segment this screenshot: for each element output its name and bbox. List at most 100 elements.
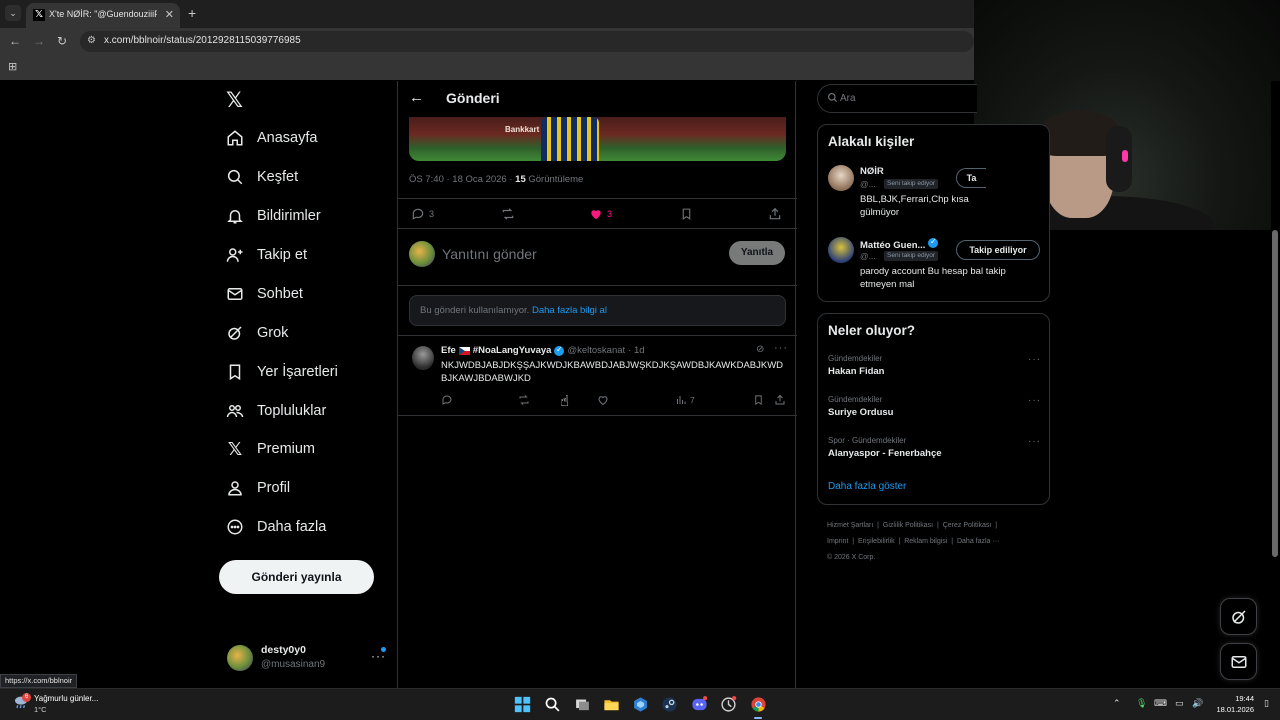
notifications-icon[interactable]: ▯: [1264, 698, 1269, 709]
trend-item[interactable]: Spor · Gündemdekiler Alanyaspor - Fenerb…: [828, 436, 1043, 459]
nav-item-explore[interactable]: Keşfet: [225, 162, 298, 192]
repost-action[interactable]: [501, 207, 519, 221]
more-icon[interactable]: ···: [774, 342, 788, 354]
nav-item-more[interactable]: Daha fazla: [225, 512, 326, 542]
post-button[interactable]: Gönderi yayınla: [219, 560, 374, 594]
bookmark-action[interactable]: [753, 394, 767, 406]
person-name[interactable]: NØİR: [860, 166, 884, 177]
bookmark-action[interactable]: [680, 207, 697, 221]
nav-item-notifications[interactable]: Bildirimler: [225, 201, 321, 231]
following-button[interactable]: Takip ediliyor: [956, 240, 1040, 260]
nav-item-premium[interactable]: 𝕏 Premium: [225, 434, 315, 464]
messages-float-button[interactable]: [1220, 643, 1257, 680]
views-action[interactable]: 7: [675, 394, 695, 406]
footer-link[interactable]: Erişilebilirlik: [858, 538, 895, 545]
footer-link[interactable]: Imprint: [827, 538, 848, 545]
network-icon[interactable]: ▭: [1175, 698, 1184, 709]
discord-icon[interactable]: [691, 696, 708, 713]
scrollbar-thumb[interactable]: [1272, 230, 1278, 557]
repost-action[interactable]: [518, 394, 533, 406]
footer-link[interactable]: Reklam bilgisi: [904, 538, 947, 545]
app-icon[interactable]: [632, 696, 649, 713]
show-more-link[interactable]: Daha fazla göster: [828, 481, 906, 492]
new-tab-button[interactable]: +: [188, 5, 196, 21]
browser-tab[interactable]: 𝕏 X'te NØİR: "@GuendouziiiFB Eli ✕: [26, 3, 180, 28]
reply-button[interactable]: Yanıtla: [729, 241, 785, 265]
views-count: 15: [515, 174, 526, 185]
steam-icon[interactable]: [661, 696, 678, 713]
tab-search-button[interactable]: ⌄: [5, 5, 21, 21]
grok-float-button[interactable]: [1220, 598, 1257, 635]
file-explorer-icon[interactable]: [603, 696, 620, 713]
nav-item-bookmarks[interactable]: Yer İşaretleri: [225, 357, 338, 387]
reply-input[interactable]: Yanıtını gönder: [442, 246, 537, 262]
microphone-icon[interactable]: 🎙: [1136, 698, 1147, 709]
page-title: Gönderi: [446, 90, 500, 106]
account-switcher[interactable]: desty0y0 @musasinan9 ···: [227, 643, 387, 677]
clock[interactable]: 19:44 18.01.2026: [1210, 693, 1254, 715]
bookmark-icon: [755, 395, 762, 405]
person-handle: @...: [860, 179, 876, 189]
avatar[interactable]: [828, 165, 854, 191]
unavailable-text: Bu gönderi kullanılamıyor. Daha fazla bi…: [420, 305, 607, 316]
nav-item-grok[interactable]: Grok: [225, 318, 288, 348]
search-icon[interactable]: [544, 696, 561, 713]
nav-item-home[interactable]: Anasayfa: [225, 123, 317, 153]
post-photo[interactable]: Bankkart: [409, 117, 786, 161]
tweet-time[interactable]: · 1d: [628, 345, 644, 356]
tweet-author-handle: @keltoskanat: [567, 345, 626, 356]
reply-tweet[interactable]: Efe #NoaLangYuvaya @keltoskanat · 1d ⊘ ·…: [398, 336, 797, 416]
site-info-icon[interactable]: ⚙: [87, 35, 96, 46]
footer-link[interactable]: Gizlilik Politikası: [883, 522, 933, 529]
person-name[interactable]: Mattéo Guen...: [860, 237, 941, 251]
tweet-author-name[interactable]: Efe: [441, 345, 456, 356]
task-view-icon[interactable]: [574, 696, 591, 713]
trend-name: Alanyaspor - Fenerbahçe: [828, 448, 942, 459]
windows-start-icon[interactable]: [514, 696, 531, 713]
person-row[interactable]: Mattéo Guen... @... Seni takip ediyor Ta…: [828, 237, 1043, 297]
learn-more-link[interactable]: Daha fazla bilgi al: [532, 305, 607, 316]
grok-icon[interactable]: ⊘: [756, 344, 764, 355]
close-tab-icon[interactable]: ✕: [165, 8, 174, 21]
back-arrow-icon[interactable]: ←: [409, 89, 424, 106]
footer-link[interactable]: Çerez Politikası: [943, 522, 992, 529]
nav-item-communities[interactable]: Topluluklar: [225, 396, 326, 426]
avatar[interactable]: [412, 346, 434, 370]
like-action[interactable]: 3: [589, 207, 612, 221]
more-icon[interactable]: ···: [1028, 354, 1041, 365]
follow-button[interactable]: Ta: [956, 168, 986, 188]
apps-grid-icon[interactable]: ⊞: [8, 60, 17, 73]
reload-icon[interactable]: ↻: [57, 34, 67, 48]
app-icon[interactable]: [720, 696, 737, 713]
trend-item[interactable]: Gündemdekiler Suriye Ordusu ···: [828, 395, 1043, 418]
nav-item-chat[interactable]: Sohbet: [225, 279, 303, 309]
search-input[interactable]: Ara: [817, 84, 977, 113]
avatar[interactable]: [828, 237, 854, 263]
address-bar[interactable]: ⚙ x.com/bblnoir/status/20129281150397769…: [80, 31, 974, 52]
more-icon[interactable]: ···: [1028, 436, 1041, 447]
footer-link[interactable]: Hizmet Şartları: [827, 522, 873, 529]
reply-action[interactable]: [441, 394, 456, 406]
chevron-up-icon[interactable]: ⌃: [1113, 698, 1121, 709]
chrome-icon[interactable]: [750, 696, 767, 713]
keyboard-icon[interactable]: ⌨: [1154, 698, 1167, 709]
reply-count: 3: [429, 209, 435, 219]
x-logo-icon[interactable]: 𝕏: [226, 88, 243, 113]
like-action[interactable]: [597, 394, 612, 406]
person-row[interactable]: NØİR @... Seni takip ediyor Ta BBL,BJK,F…: [828, 165, 1043, 225]
tweet-author-tag: #NoaLangYuvaya: [472, 345, 552, 356]
share-action[interactable]: [768, 207, 786, 221]
share-action[interactable]: [774, 394, 789, 406]
reply-action[interactable]: 3: [411, 207, 434, 221]
forward-icon[interactable]: →: [33, 34, 45, 48]
nav-item-profile[interactable]: Profil: [225, 473, 290, 503]
more-icon[interactable]: ···: [1028, 395, 1041, 406]
trend-item[interactable]: Gündemdekiler Hakan Fidan ···: [828, 354, 1043, 377]
status-link-preview: https://x.com/bblnoir: [0, 674, 78, 688]
back-icon[interactable]: ←: [9, 34, 21, 48]
reply-icon: [412, 208, 424, 220]
volume-icon[interactable]: 🔊: [1192, 698, 1203, 709]
nav-item-follow[interactable]: Takip et: [225, 240, 307, 270]
footer-link[interactable]: Daha fazla ···: [957, 538, 999, 545]
grok-icon: [225, 323, 245, 343]
